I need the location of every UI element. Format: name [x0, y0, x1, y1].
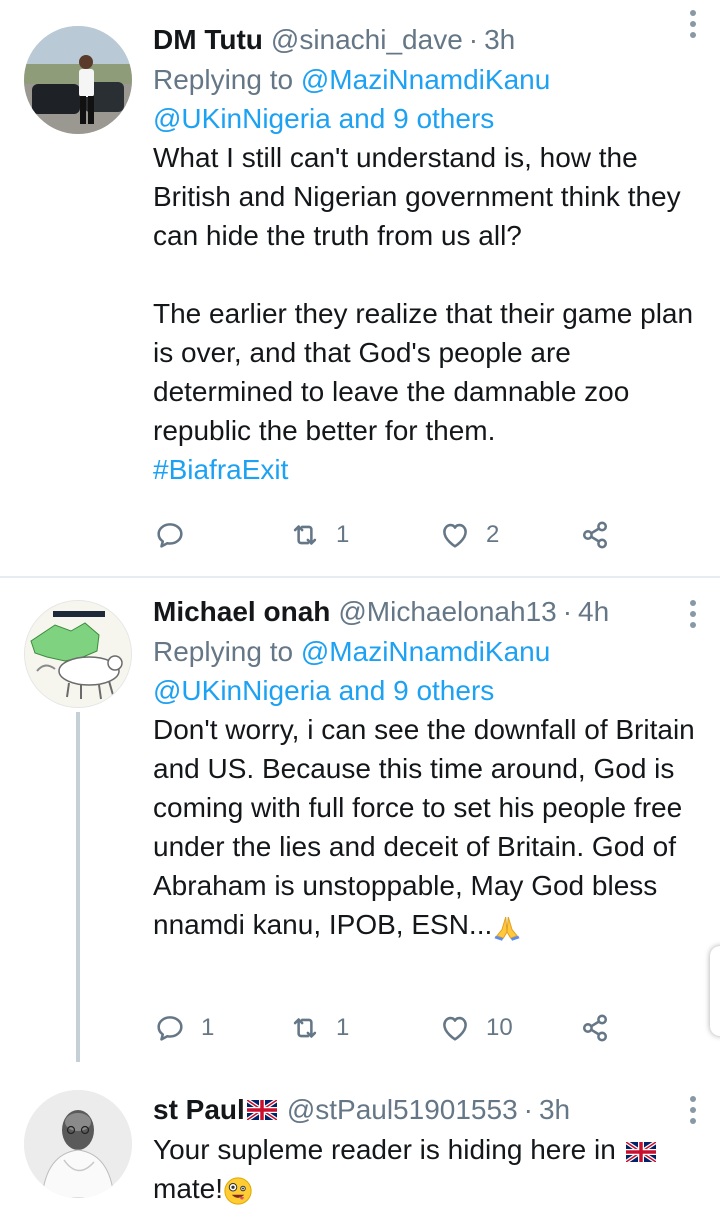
display-name[interactable]: st Paul — [153, 1094, 245, 1126]
action-bar: 1 1 10 — [153, 1008, 673, 1048]
zany-face-icon — [224, 1176, 252, 1205]
reply-icon — [157, 1016, 183, 1041]
tweet-text: Your supleme reader is hiding here in ma… — [153, 1130, 706, 1208]
more-icon[interactable] — [690, 10, 696, 38]
tweet-paragraph: Your supleme reader is hiding here in — [153, 1134, 616, 1165]
retweet-icon — [293, 1018, 317, 1038]
like-button[interactable]: 10 — [438, 1008, 513, 1048]
avatar[interactable] — [24, 26, 132, 134]
like-icon — [443, 523, 467, 548]
tweet-paragraph: mate! — [153, 1173, 224, 1204]
separator: · — [468, 24, 479, 55]
share-icon — [582, 521, 608, 549]
mention-others-link[interactable]: @UKinNigeria and 9 others — [153, 103, 494, 134]
tweet-text: Don't worry, i can see the downfall of B… — [153, 710, 706, 944]
uk-flag-icon — [625, 1141, 656, 1162]
tweet-paragraph: The earlier they realize that their game… — [153, 298, 694, 446]
avatar[interactable] — [24, 600, 132, 708]
like-count: 10 — [486, 1014, 513, 1041]
like-icon — [443, 1016, 467, 1041]
tweet[interactable]: st Paul @stPaul51901553 · 3h Your suplem… — [0, 1068, 720, 1215]
retweet-count: 1 — [336, 1014, 350, 1041]
avatar[interactable] — [24, 1090, 132, 1198]
share-button[interactable] — [578, 1008, 612, 1048]
reply-count: 1 — [201, 1014, 215, 1041]
tweet-paragraph: What I still can't understand is, how th… — [153, 142, 681, 251]
display-name[interactable]: Michael onah — [153, 596, 330, 628]
reply-icon — [157, 523, 183, 548]
reply-button[interactable] — [153, 515, 201, 555]
replying-label: Replying to — [153, 636, 294, 667]
hashtag-link[interactable]: #BiafraExit — [153, 450, 706, 489]
tweet-header: st Paul @stPaul51901553 · 3h — [153, 1090, 706, 1130]
more-icon[interactable] — [690, 600, 696, 628]
mention-link[interactable]: @MaziNnamdiKanu — [301, 64, 550, 95]
tweet-header: DM Tutu @sinachi_dave · 3h — [153, 20, 706, 60]
tweet-text: What I still can't understand is, how th… — [153, 138, 706, 489]
retweet-count: 1 — [336, 521, 350, 548]
share-button[interactable] — [578, 515, 612, 555]
timestamp[interactable]: 3h — [484, 24, 515, 56]
folded-hands-icon — [494, 916, 520, 941]
separator: · — [523, 1094, 533, 1125]
replying-to: Replying to @MaziNnamdiKanu @UKinNigeria… — [153, 60, 706, 138]
retweet-button[interactable]: 1 — [288, 515, 349, 555]
replying-to: Replying to @MaziNnamdiKanu @UKinNigeria… — [153, 632, 706, 710]
retweet-button[interactable]: 1 — [288, 1008, 349, 1048]
mention-link[interactable]: @MaziNnamdiKanu — [301, 636, 550, 667]
separator: · — [562, 596, 573, 627]
mention-others-link[interactable]: @UKinNigeria and 9 others — [153, 675, 494, 706]
user-handle[interactable]: @stPaul51901553 — [287, 1094, 518, 1126]
timestamp[interactable]: 4h — [578, 596, 609, 628]
tweet-paragraph: Don't worry, i can see the downfall of B… — [153, 714, 695, 940]
uk-flag-icon — [246, 1100, 277, 1120]
retweet-icon — [293, 525, 317, 545]
tweet[interactable]: DM Tutu @sinachi_dave · 3h Replying to @… — [0, 0, 720, 576]
like-button[interactable]: 2 — [438, 515, 499, 555]
more-icon[interactable] — [690, 1096, 696, 1124]
share-icon — [582, 1014, 608, 1042]
display-name[interactable]: DM Tutu — [153, 24, 263, 56]
scroll-handle[interactable] — [710, 946, 720, 1036]
user-handle[interactable]: @Michaelonah13 — [338, 596, 556, 628]
tweet-header: Michael onah @Michaelonah13 · 4h — [153, 592, 706, 632]
tweet[interactable]: Michael onah @Michaelonah13 · 4h Replyin… — [0, 578, 720, 1068]
user-handle[interactable]: @sinachi_dave — [271, 24, 463, 56]
reply-button[interactable]: 1 — [153, 1008, 214, 1048]
timestamp[interactable]: 3h — [539, 1094, 570, 1126]
action-bar: 1 2 — [153, 515, 673, 555]
thread-line — [76, 712, 80, 1062]
replying-label: Replying to — [153, 64, 294, 95]
like-count: 2 — [486, 521, 500, 548]
